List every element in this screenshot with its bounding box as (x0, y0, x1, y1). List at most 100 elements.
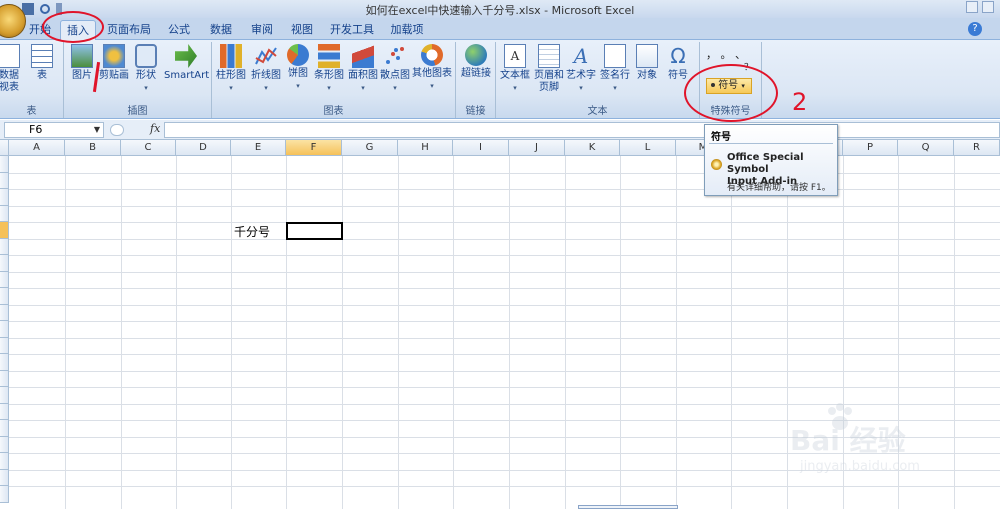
row-header[interactable] (0, 354, 9, 371)
gridline (9, 305, 1000, 306)
line-chart-icon (255, 44, 277, 68)
column-chart-button[interactable]: 柱形图 ▾ (216, 44, 246, 94)
other-charts-button[interactable]: 其他图表 ▾ (412, 44, 452, 92)
area-chart-label: 面积图 (348, 70, 378, 81)
special-symbols-row[interactable]: ， 。 、 (706, 46, 746, 62)
minimize-button[interactable] (966, 1, 978, 13)
column-header[interactable]: Q (898, 140, 954, 156)
active-cell-f6[interactable] (286, 222, 343, 240)
formula-input[interactable] (164, 122, 1000, 138)
chevron-down-icon: ▾ (327, 84, 331, 92)
wordart-icon: A (573, 44, 589, 68)
gridline (9, 288, 1000, 289)
bar-chart-label: 条形图 (314, 70, 344, 81)
gridline (9, 255, 1000, 256)
hyperlink-button[interactable]: 超链接 (460, 44, 492, 80)
row-header[interactable] (0, 239, 9, 255)
picture-button[interactable]: 图片 (70, 44, 94, 82)
column-header[interactable]: H (398, 140, 453, 156)
column-header[interactable]: B (65, 140, 121, 156)
maximize-button[interactable] (982, 1, 994, 13)
text-box-button[interactable]: A 文本框 ▾ (500, 44, 530, 94)
row-header[interactable] (0, 338, 9, 354)
row-header[interactable] (0, 288, 9, 305)
row-header[interactable] (0, 173, 9, 189)
tab-page-layout[interactable]: 页面布局 (105, 20, 153, 40)
tab-formulas[interactable]: 公式 (164, 20, 194, 40)
chevron-down-icon: ▾ (513, 84, 517, 92)
column-header[interactable]: G (342, 140, 398, 156)
group-label-text: 文本 (587, 106, 608, 117)
tab-addins[interactable]: 加载项 (388, 20, 426, 40)
scatter-chart-button[interactable]: 散点图 ▾ (380, 44, 410, 94)
gridline (9, 371, 1000, 372)
smartart-button[interactable]: SmartArt (164, 44, 209, 82)
row-header[interactable] (0, 371, 9, 387)
bar-chart-button[interactable]: 条形图 ▾ (314, 44, 344, 94)
tooltip-help: 有关详细帮助，请按 F1。 (727, 183, 831, 193)
column-header[interactable]: E (231, 140, 286, 156)
insert-function-icon[interactable]: fx (150, 122, 160, 135)
row-header[interactable] (0, 404, 9, 420)
hyperlink-label: 超链接 (461, 68, 491, 79)
expand-icon[interactable] (110, 124, 124, 136)
area-chart-button[interactable]: 面积图 ▾ (348, 44, 378, 94)
column-header[interactable]: D (176, 140, 231, 156)
row-header-selected[interactable] (0, 222, 9, 239)
horizontal-scrollbar[interactable] (578, 505, 678, 509)
row-header[interactable] (0, 156, 9, 173)
shapes-button[interactable]: 形状 ▾ (134, 44, 158, 94)
row-header[interactable] (0, 321, 9, 338)
row-header[interactable] (0, 420, 9, 437)
column-chart-label: 柱形图 (216, 70, 246, 81)
select-all-corner[interactable] (0, 140, 9, 156)
row-header[interactable] (0, 437, 9, 453)
column-header[interactable]: K (565, 140, 620, 156)
column-header[interactable]: I (453, 140, 509, 156)
tab-developer[interactable]: 开发工具 (328, 20, 376, 40)
pivot-table-button[interactable]: 数据 视表 (0, 44, 22, 94)
column-header[interactable]: P (843, 140, 898, 156)
row-header[interactable] (0, 189, 9, 206)
tab-review[interactable]: 审阅 (247, 20, 277, 40)
cell-e6[interactable]: 千分号 (234, 223, 270, 240)
group-label-tables: 表 (26, 106, 37, 117)
pivot-table-label: 数据 视表 (0, 70, 19, 93)
column-header[interactable]: R (954, 140, 1000, 156)
row-header[interactable] (0, 255, 9, 272)
row-header[interactable] (0, 387, 9, 404)
tab-view[interactable]: 视图 (287, 20, 317, 40)
chevron-down-icon[interactable]: ▼ (94, 123, 100, 137)
clip-art-button[interactable]: 剪贴画 (98, 44, 130, 82)
name-box[interactable]: F6 ▼ (4, 122, 104, 138)
help-icon[interactable]: ? (968, 22, 982, 36)
ribbon: 数据 视表 表 表 图片 剪贴画 形状 ▾ SmartArt 插图 柱形图 ▾ … (0, 40, 1000, 119)
signature-icon (604, 44, 626, 68)
signature-line-button[interactable]: 签名行 ▾ (598, 44, 632, 94)
column-header[interactable]: C (121, 140, 176, 156)
row-header[interactable] (0, 272, 9, 288)
area-chart-icon (352, 44, 374, 68)
object-label: 对象 (637, 70, 657, 81)
smartart-icon (175, 44, 197, 68)
column-header[interactable]: L (620, 140, 676, 156)
row-header[interactable] (0, 486, 9, 503)
symbol-button[interactable]: Ω 符号 (664, 44, 692, 82)
row-header[interactable] (0, 453, 9, 470)
object-button[interactable]: 对象 (634, 44, 660, 82)
column-header[interactable]: A (9, 140, 65, 156)
pie-chart-button[interactable]: 饼图 ▾ (286, 44, 310, 92)
column-header[interactable]: J (509, 140, 565, 156)
column-header-selected[interactable]: F (286, 140, 342, 156)
header-footer-label: 页眉和 页脚 (534, 70, 564, 93)
donut-chart-icon (421, 44, 443, 66)
table-button[interactable]: 表 (30, 44, 54, 82)
header-footer-button[interactable]: 页眉和 页脚 (534, 44, 564, 94)
row-header[interactable] (0, 470, 9, 486)
line-chart-button[interactable]: 折线图 ▾ (250, 44, 282, 94)
row-header[interactable] (0, 305, 9, 321)
row-header[interactable] (0, 206, 9, 222)
wordart-button[interactable]: A 艺术字 ▾ (566, 44, 596, 94)
pie-chart-icon (287, 44, 309, 66)
tab-data[interactable]: 数据 (206, 20, 236, 40)
